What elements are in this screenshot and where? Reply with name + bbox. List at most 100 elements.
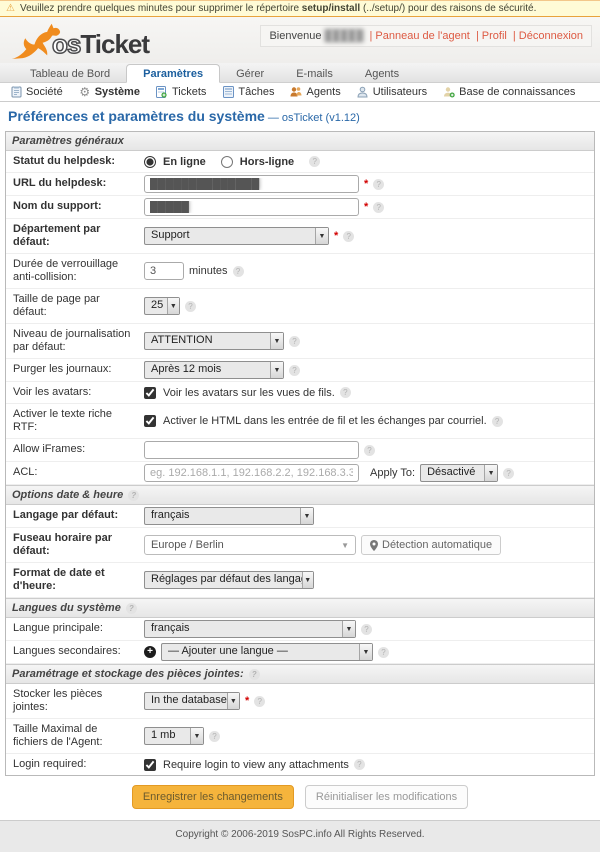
apply-to-label: Apply To:	[370, 467, 415, 479]
company-icon	[10, 86, 22, 98]
subnav-agents[interactable]: Agents	[290, 86, 340, 98]
page-title: Préférences et paramètres du système — o…	[0, 102, 600, 131]
subnav-system[interactable]: ⚙ Système	[79, 86, 140, 98]
help-icon[interactable]: ?	[249, 669, 260, 680]
settings-subnav: Société ⚙ Système Tickets Tâches Agents …	[0, 83, 600, 102]
row-purge-logs: Purger les journaux: Après 12 mois▼ ?	[6, 359, 594, 382]
subnav-users[interactable]: Utilisateurs	[357, 86, 427, 98]
help-icon[interactable]: ?	[354, 759, 365, 770]
logout-link[interactable]: Déconnexion	[519, 30, 583, 42]
help-icon[interactable]: ?	[309, 156, 320, 167]
row-collision-lock: Durée de verrouillage anti-collision: mi…	[6, 254, 594, 289]
row-primary-language: Langue principale: français▼ ?	[6, 618, 594, 641]
section-datetime: Options date & heure?	[6, 485, 594, 505]
section-general: Paramètres généraux	[6, 132, 594, 151]
help-icon[interactable]: ?	[254, 696, 265, 707]
help-icon[interactable]: ?	[128, 490, 139, 501]
help-icon[interactable]: ?	[361, 624, 372, 635]
users-icon	[357, 86, 369, 98]
row-helpdesk-status: Statut du helpdesk: En ligne Hors-ligne …	[6, 151, 594, 173]
chevron-down-icon: ▼	[190, 728, 203, 744]
log-level-select[interactable]: ATTENTION▼	[144, 332, 284, 350]
help-icon[interactable]: ?	[289, 365, 300, 376]
row-rich-text: Activer le texte riche RTF: Activer le H…	[6, 404, 594, 439]
agents-icon	[290, 86, 302, 98]
purge-logs-select[interactable]: Après 12 mois▼	[144, 361, 284, 379]
section-attachments: Paramétrage et stockage des pièces joint…	[6, 664, 594, 684]
row-attachment-storage: Stocker les pièces jointes: In the datab…	[6, 684, 594, 719]
secondary-language-select[interactable]: — Ajouter une langue —▼	[161, 643, 373, 661]
page-size-select[interactable]: 25▼	[144, 297, 180, 315]
osticket-logo: osTicket	[8, 21, 188, 63]
subnav-knowledgebase[interactable]: Base de connaissances	[443, 86, 575, 98]
help-icon[interactable]: ?	[185, 301, 196, 312]
profile-link[interactable]: Profil	[482, 30, 507, 42]
timezone-select[interactable]: Europe / Berlin▼	[144, 535, 356, 555]
security-warning-banner: ⚠ Veuillez prendre quelques minutes pour…	[0, 0, 600, 17]
chevron-down-icon: ▼	[270, 333, 283, 349]
helpdesk-name-input[interactable]	[144, 198, 359, 216]
tab-emails[interactable]: E-mails	[280, 65, 349, 82]
tab-settings[interactable]: Paramètres	[126, 64, 220, 83]
acl-apply-select[interactable]: Désactivé▼	[420, 464, 498, 482]
chevron-down-icon: ▼	[270, 362, 283, 378]
status-online-radio[interactable]	[144, 156, 156, 168]
chevron-down-icon: ▼	[227, 693, 239, 709]
add-language-icon[interactable]: +	[144, 646, 156, 658]
help-icon[interactable]: ?	[503, 468, 514, 479]
date-format-select[interactable]: Réglages par défaut des langages▼	[144, 571, 314, 589]
help-icon[interactable]: ?	[343, 231, 354, 242]
agent-panel-link[interactable]: Panneau de l'agent	[375, 30, 469, 42]
help-icon[interactable]: ?	[364, 445, 375, 456]
row-default-department: Département par défaut: Support▼ * ?	[6, 219, 594, 254]
chevron-down-icon: ▼	[341, 541, 349, 550]
auto-detect-timezone-button[interactable]: Détection automatique	[361, 535, 501, 555]
lock-time-input[interactable]	[144, 262, 184, 280]
help-icon[interactable]: ?	[340, 387, 351, 398]
row-show-avatars: Voir les avatars: Voir les avatars sur l…	[6, 382, 594, 404]
tab-manage[interactable]: Gérer	[220, 65, 280, 82]
minutes-label: minutes	[189, 265, 228, 277]
subnav-tickets[interactable]: Tickets	[156, 86, 206, 98]
chevron-down-icon: ▼	[300, 508, 313, 524]
help-icon[interactable]: ?	[289, 336, 300, 347]
help-icon[interactable]: ?	[492, 416, 503, 427]
allow-iframes-input[interactable]	[144, 441, 359, 459]
login-required-checkbox[interactable]	[144, 759, 156, 771]
tab-dashboard[interactable]: Tableau de Bord	[14, 65, 126, 82]
help-icon[interactable]: ?	[378, 647, 389, 658]
attachment-storage-select[interactable]: In the database▼	[144, 692, 240, 710]
subnav-tasks[interactable]: Tâches	[222, 86, 274, 98]
required-asterisk: *	[245, 695, 249, 707]
show-avatars-checkbox[interactable]	[144, 387, 156, 399]
status-offline-radio[interactable]	[221, 156, 233, 168]
default-department-select[interactable]: Support▼	[144, 227, 329, 245]
welcome-label: Bienvenue	[269, 30, 321, 42]
help-icon[interactable]: ?	[126, 603, 137, 614]
show-avatars-text: Voir les avatars sur les vues de fils.	[163, 387, 335, 399]
row-max-file-size: Taille Maximal de fichiers de l'Agent: 1…	[6, 719, 594, 754]
chevron-down-icon: ▼	[342, 621, 355, 637]
header: osTicket Bienvenue █████ |Panneau de l'a…	[0, 17, 600, 63]
tab-agents[interactable]: Agents	[349, 65, 415, 82]
chevron-down-icon: ▼	[315, 228, 328, 244]
primary-language-select[interactable]: français▼	[144, 620, 356, 638]
max-file-size-select[interactable]: 1 mb▼	[144, 727, 204, 745]
required-asterisk: *	[364, 201, 368, 213]
help-icon[interactable]: ?	[373, 179, 384, 190]
default-language-select[interactable]: français▼	[144, 507, 314, 525]
row-page-size: Taille de page par défaut: 25▼ ?	[6, 289, 594, 324]
reset-changes-button[interactable]: Réinitialiser les modifications	[305, 785, 468, 809]
knowledgebase-icon	[443, 86, 455, 98]
help-icon[interactable]: ?	[373, 202, 384, 213]
help-icon[interactable]: ?	[209, 731, 220, 742]
rich-text-checkbox[interactable]	[144, 415, 156, 427]
help-icon[interactable]: ?	[233, 266, 244, 277]
subnav-company[interactable]: Société	[10, 86, 63, 98]
footer-copyright: Copyright © 2006-2019 SosPC.info All Rig…	[0, 820, 600, 852]
helpdesk-url-input[interactable]	[144, 175, 359, 193]
acl-input[interactable]	[144, 464, 359, 482]
login-required-text: Require login to view any attachments	[163, 759, 349, 771]
row-secondary-languages: Langues secondaires: + — Ajouter une lan…	[6, 641, 594, 664]
save-changes-button[interactable]: Enregistrer les changements	[132, 785, 294, 809]
